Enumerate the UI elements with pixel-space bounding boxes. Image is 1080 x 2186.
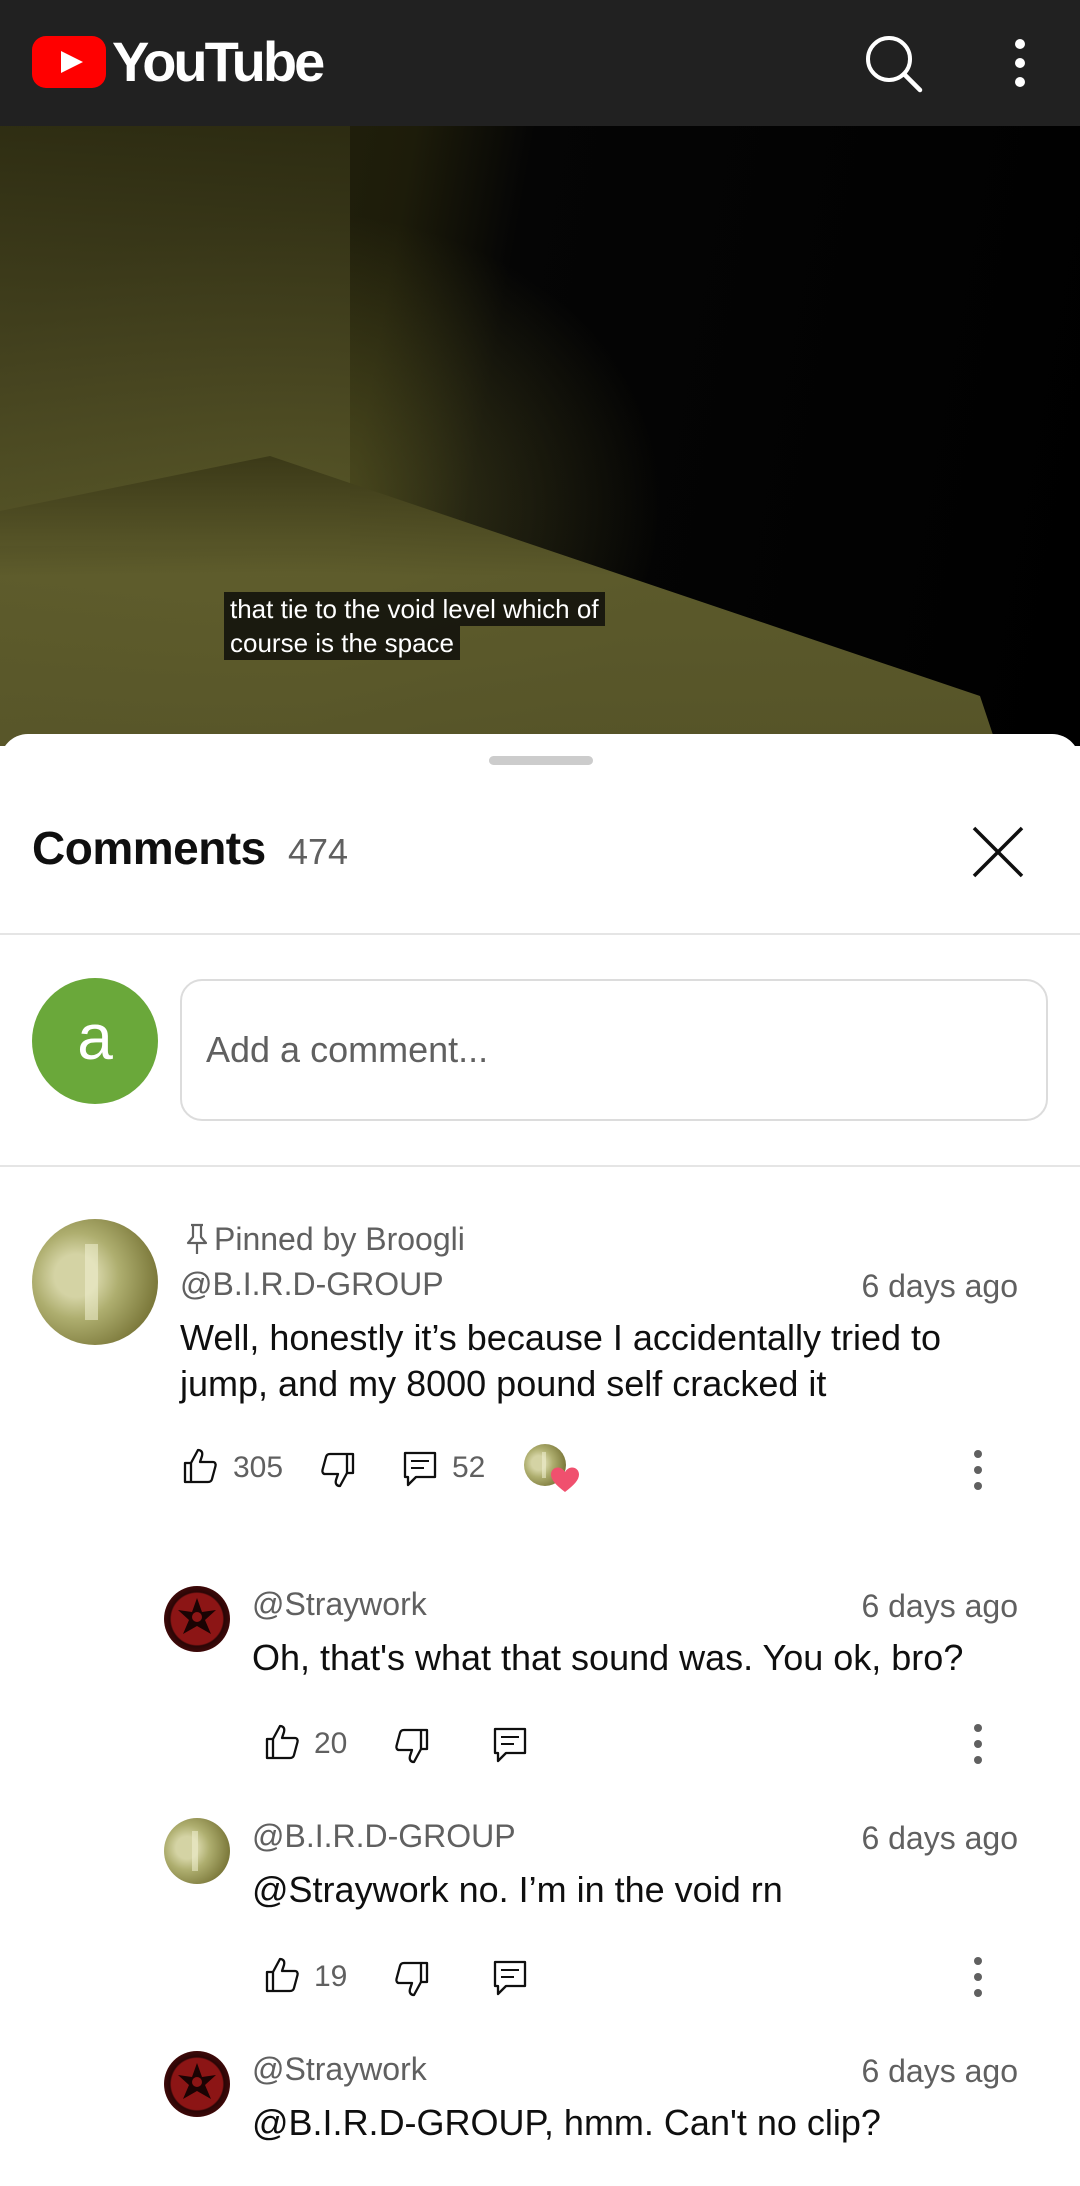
commenter-avatar[interactable] (164, 1586, 230, 1652)
reply-time: 6 days ago (861, 1820, 1018, 1856)
user-avatar[interactable]: a (32, 978, 158, 1104)
dislike-icon[interactable] (392, 1959, 432, 1999)
commenter-avatar[interactable] (164, 2051, 230, 2117)
drag-handle[interactable] (489, 756, 593, 765)
comments-title: Comments (32, 822, 266, 874)
youtube-wordmark[interactable]: YouTube (112, 30, 325, 94)
dislike-icon[interactable] (318, 1450, 358, 1490)
reply-icon[interactable] (402, 1450, 438, 1488)
divider (0, 1165, 1080, 1167)
like-count: 19 (314, 1960, 348, 1993)
more-vertical-icon[interactable] (966, 1722, 990, 1766)
reply-time: 6 days ago (861, 2053, 1018, 2089)
commenter-avatar[interactable] (164, 1818, 230, 1884)
more-vertical-icon[interactable] (966, 1955, 990, 1999)
like-icon[interactable] (262, 1722, 302, 1762)
comment-text-line-2: jump, and my 8000 pound self cracked it (180, 1363, 827, 1404)
comment-author[interactable]: @B.I.R.D-GROUP (180, 1264, 444, 1304)
like-count: 305 (233, 1451, 284, 1484)
video-caption-line-1: that tie to the void level which of (224, 592, 605, 626)
reply-author[interactable]: @Straywork (252, 1584, 427, 1624)
reply-author[interactable]: @Straywork (252, 2049, 427, 2089)
more-vertical-icon[interactable] (1000, 32, 1040, 94)
reply-time: 6 days ago (861, 1588, 1018, 1624)
reply-icon[interactable] (492, 1726, 528, 1764)
comment-time: 6 days ago (861, 1268, 1018, 1304)
pin-icon (184, 1222, 210, 1256)
like-count: 20 (314, 1727, 348, 1760)
heart-icon (550, 1466, 580, 1494)
youtube-logo-icon[interactable] (32, 36, 106, 88)
reply-text: Oh, that's what that sound was. You ok, … (252, 1637, 964, 1678)
reply-icon[interactable] (492, 1959, 528, 1997)
add-comment-input[interactable]: Add a comment... (180, 979, 1048, 1121)
reply-author[interactable]: @B.I.R.D-GROUP (252, 1816, 516, 1856)
close-icon[interactable] (960, 814, 1036, 890)
video-player[interactable] (0, 126, 1080, 746)
comment-text-line-1: Well, honestly it’s because I accidental… (180, 1317, 942, 1358)
comments-count: 474 (288, 831, 349, 872)
reply-text: @Straywork no. I’m in the void rn (252, 1869, 783, 1910)
divider (0, 933, 1080, 935)
reply-count[interactable]: 52 (452, 1448, 485, 1488)
like-icon[interactable] (180, 1446, 220, 1486)
pinned-label: Pinned by Broogli (214, 1221, 465, 1257)
search-icon[interactable] (862, 32, 924, 94)
reply-text: @B.I.R.D-GROUP, hmm. Can't no clip? (252, 2102, 881, 2143)
commenter-avatar[interactable] (32, 1219, 158, 1345)
video-caption-line-2: course is the space (224, 626, 461, 660)
like-icon[interactable] (262, 1955, 302, 1995)
dislike-icon[interactable] (392, 1726, 432, 1766)
more-vertical-icon[interactable] (966, 1448, 990, 1492)
